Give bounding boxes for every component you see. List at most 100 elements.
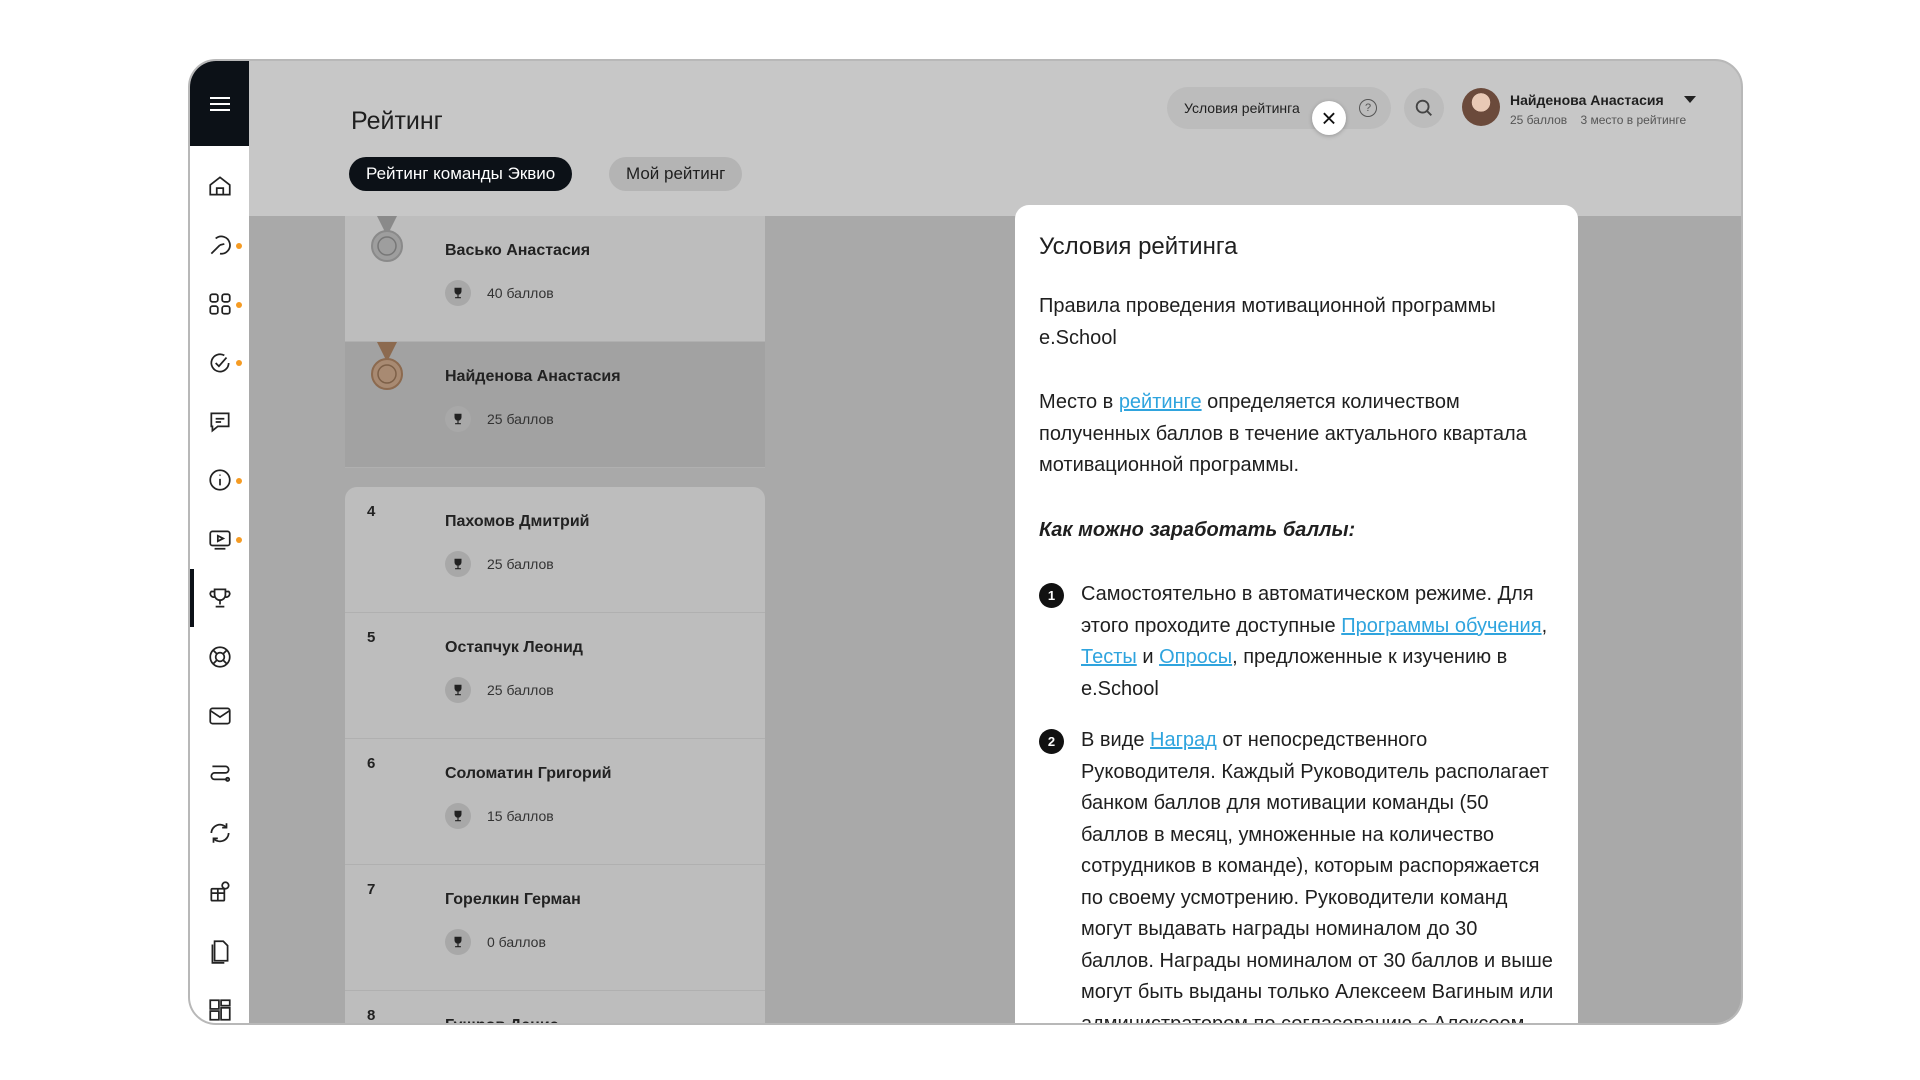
sidebar-item-sync[interactable]	[190, 804, 249, 863]
close-icon[interactable]: ×	[1312, 101, 1346, 135]
ranking-card[interactable]: 5 Остапчук Леонид 25 баллов	[345, 613, 765, 739]
notification-dot	[236, 477, 242, 484]
sidebar-item-documents[interactable]	[190, 921, 249, 980]
ranking-card[interactable]: Васько Анастасия 40 баллов	[345, 216, 765, 342]
document-icon	[211, 940, 228, 964]
rules-text: Место в	[1039, 391, 1119, 413]
rank-number: 5	[367, 629, 376, 646]
sidebar-item-rating[interactable]	[190, 568, 249, 628]
page-header: Рейтинг Рейтинг команды Эквио Мой рейтин…	[249, 61, 1741, 216]
sidebar-item-dashboard[interactable]	[190, 980, 249, 1023]
sidebar-item-support[interactable]	[190, 627, 249, 686]
video-icon	[208, 530, 231, 550]
trophy-icon	[445, 929, 471, 955]
notification-dot	[236, 242, 242, 249]
sidebar-item-chat[interactable]	[190, 392, 249, 451]
apps-icon	[208, 293, 231, 315]
ranking-card[interactable]: 6 Соломатин Григорий 15 баллов	[345, 739, 765, 865]
step-item: 2 В виде Наград от непосредственного Рук…	[1039, 725, 1554, 1025]
notification-dot	[236, 301, 242, 308]
menu-icon[interactable]	[190, 61, 249, 146]
participant-name: Остапчук Леонид	[445, 639, 583, 656]
modal-rules-paragraph: Место в рейтинге определяется количество…	[1039, 387, 1554, 482]
sync-icon	[209, 823, 230, 843]
rewards-link[interactable]: Наград	[1150, 729, 1217, 751]
chat-icon	[209, 412, 230, 433]
step-text: ,	[1541, 614, 1548, 637]
ranking-card[interactable]: 8 Гущров Денис	[345, 991, 765, 1023]
modal-subheading: Как можно заработать баллы:	[1039, 518, 1356, 541]
ranking-card-current-user[interactable]: Найденова Анастасия 25 баллов	[345, 342, 765, 468]
participant-name: Гущров Денис	[445, 1017, 559, 1023]
modal-intro: Правила проведения мотивационной програм…	[1039, 295, 1496, 349]
bronze-medal-icon	[371, 342, 403, 390]
rating-conditions-button[interactable]: Условия рейтинга ?	[1167, 87, 1391, 129]
mail-icon	[208, 707, 231, 725]
ranking-card[interactable]: 4 Пахомов Дмитрий 25 баллов	[345, 487, 765, 613]
trophy-icon	[445, 677, 471, 703]
silver-medal-icon	[371, 216, 403, 262]
participant-score: 25 баллов	[445, 551, 554, 577]
score-value: 0 баллов	[487, 934, 546, 950]
sidebar-item-video[interactable]	[190, 510, 249, 569]
modal-title: Условия рейтинга	[1039, 233, 1238, 260]
ranking-top-list: Васько Анастасия 40 баллов Найденова Ана…	[345, 216, 765, 468]
home-icon	[208, 176, 231, 196]
participant-name: Соломатин Григорий	[445, 765, 612, 782]
participant-name: Горелкин Герман	[445, 891, 581, 908]
sidebar-item-rewards[interactable]	[190, 863, 249, 922]
trophy-icon	[445, 803, 471, 829]
trophy-icon	[445, 551, 471, 577]
search-icon	[1415, 99, 1432, 116]
score-value: 25 баллов	[487, 411, 554, 427]
sidebar-item-home[interactable]	[190, 157, 249, 216]
score-value: 15 баллов	[487, 808, 554, 824]
rank-number: 4	[367, 503, 376, 520]
sidebar-item-path[interactable]	[190, 745, 249, 804]
tests-link[interactable]: Тесты	[1081, 646, 1137, 668]
step-text: от непосредственного Руководителя. Кажды…	[1081, 729, 1554, 1025]
trophy-icon	[445, 406, 471, 432]
trophy-icon	[445, 280, 471, 306]
step-text: и	[1136, 646, 1160, 668]
participant-score: 0 баллов	[445, 929, 546, 955]
user-name: Найденова Анастасия	[1510, 92, 1664, 108]
info-icon	[208, 469, 231, 491]
participant-score: 40 баллов	[445, 280, 554, 306]
path-icon	[210, 765, 230, 783]
sidebar-item-tasks[interactable]	[190, 333, 249, 392]
score-value: 25 баллов	[487, 682, 554, 698]
participant-name: Пахомов Дмитрий	[445, 513, 590, 530]
tab-team-rating[interactable]: Рейтинг команды Эквио	[349, 157, 573, 191]
programs-link[interactable]: Программы обучения	[1341, 615, 1541, 637]
surveys-link[interactable]: Опросы	[1159, 646, 1232, 668]
sidebar-item-apps[interactable]	[190, 275, 249, 334]
ranking-card[interactable]: 7 Горелкин Герман 0 баллов	[345, 865, 765, 991]
tab-my-rating[interactable]: Мой рейтинг	[609, 157, 743, 191]
step-text: В виде	[1081, 729, 1151, 751]
user-stats: 25 баллов 3 место в рейтинге	[1510, 113, 1686, 127]
search-button[interactable]	[1404, 88, 1444, 128]
rank-number: 7	[367, 881, 376, 898]
participant-score: 25 баллов	[445, 406, 554, 432]
support-icon	[208, 646, 231, 668]
rating-link[interactable]: рейтинге	[1119, 391, 1202, 413]
sidebar-item-route[interactable]	[190, 216, 249, 275]
trophy-icon	[209, 588, 230, 608]
score-value: 25 баллов	[487, 556, 554, 572]
notification-dot	[236, 360, 242, 367]
dashboard-icon	[208, 998, 231, 1021]
chevron-down-icon	[1684, 96, 1696, 103]
sidebar-item-mail[interactable]	[190, 686, 249, 745]
route-icon	[210, 235, 231, 255]
score-value: 40 баллов	[487, 285, 554, 301]
gift-icon	[209, 881, 230, 902]
avatar	[1462, 88, 1500, 126]
rating-conditions-label: Условия рейтинга	[1184, 100, 1300, 116]
step-number: 2	[1039, 729, 1064, 754]
participant-name: Васько Анастасия	[445, 242, 591, 259]
sidebar-item-info[interactable]	[190, 451, 249, 510]
user-profile-menu[interactable]: Найденова Анастасия 25 баллов 3 место в …	[1462, 86, 1732, 136]
main-content: Рейтинг Рейтинг команды Эквио Мой рейтин…	[249, 61, 1741, 1023]
app-frame: Рейтинг Рейтинг команды Эквио Мой рейтин…	[188, 59, 1743, 1025]
